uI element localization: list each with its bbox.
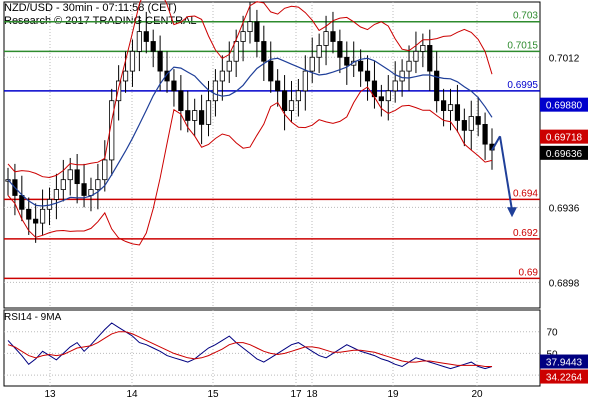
x-tick-label: 20	[471, 389, 483, 400]
nzdusd-chart: 131415171819200.70120.69360.68987050300.…	[3, 0, 588, 400]
rsi-y-tick-label: 70	[546, 328, 558, 339]
candle-body	[136, 31, 142, 52]
level-label: 0.69	[519, 267, 539, 278]
candle-body	[468, 116, 474, 131]
price-y-tick-label: 0.7012	[549, 53, 580, 64]
candle-body	[316, 45, 322, 58]
candle-body	[288, 100, 295, 111]
candle-body	[461, 120, 467, 131]
level-label: 0.6995	[507, 80, 538, 91]
candle-body	[427, 45, 433, 72]
candle-body	[150, 41, 156, 52]
candle-body	[219, 70, 225, 82]
candle-body	[171, 80, 177, 92]
candle-body	[378, 96, 384, 102]
candle-body	[254, 21, 260, 42]
x-tick-label: 18	[306, 389, 318, 400]
candle-body	[406, 60, 412, 72]
price-tag-label: 0.69880	[546, 101, 583, 112]
candle-body	[212, 80, 219, 102]
level-label: 0.703	[513, 11, 538, 22]
candle-body	[116, 80, 122, 102]
x-tick-label: 13	[44, 389, 56, 400]
candle-body	[330, 31, 336, 42]
candle-body	[295, 90, 302, 102]
price-tag-label: 0.69636	[546, 149, 583, 160]
candle-body	[399, 70, 405, 82]
candle-body	[454, 104, 461, 121]
level-label: 0.692	[513, 228, 538, 239]
candle-body	[281, 90, 288, 111]
price-y-tick-label: 0.6936	[549, 203, 580, 214]
candle-body	[192, 110, 198, 121]
candle-body	[67, 169, 73, 181]
candle-body	[302, 70, 308, 92]
rsi-panel-frame	[3, 309, 541, 387]
candle-body	[81, 183, 87, 196]
candle-body	[482, 124, 488, 145]
lower-band-line	[7, 86, 493, 246]
candle-body	[53, 189, 60, 200]
x-tick-label: 17	[290, 389, 302, 400]
price-panel-frame	[3, 1, 541, 309]
candle-body	[475, 116, 481, 125]
rsi-ma-line	[7, 331, 492, 367]
candle-body	[33, 218, 39, 224]
candle-body	[392, 80, 398, 92]
candle-body	[337, 41, 343, 58]
candle-body	[275, 80, 281, 92]
candle-body	[233, 41, 239, 62]
candle-body	[122, 70, 129, 82]
candle-body	[240, 31, 246, 42]
candle-body	[95, 179, 101, 190]
candle-body	[185, 110, 191, 121]
candle-body	[39, 208, 46, 224]
x-tick-label: 15	[207, 389, 219, 400]
candle-body	[344, 56, 350, 66]
x-tick-label: 19	[387, 389, 399, 400]
candle-body	[19, 195, 25, 210]
level-label: 0.7015	[507, 40, 538, 51]
candle-body	[60, 179, 66, 190]
candle-body	[440, 100, 447, 111]
level-label: 0.694	[513, 188, 538, 199]
candle-body	[178, 90, 184, 111]
candle-body	[364, 70, 371, 82]
rsi-value-tag-label: 37.9443	[546, 358, 583, 369]
candle-body	[413, 50, 419, 62]
x-tick-label: 14	[126, 389, 138, 400]
candle-body	[74, 169, 80, 185]
candle-body	[198, 110, 205, 125]
forecast-arrowhead	[507, 207, 517, 218]
candle-body	[226, 60, 232, 72]
candle-body	[261, 41, 267, 62]
candle-body	[247, 21, 253, 33]
candle-body	[385, 90, 391, 102]
price-y-tick-label: 0.6898	[549, 278, 580, 289]
candle-body	[143, 31, 149, 42]
candle-body	[447, 104, 454, 111]
candle-body	[420, 45, 426, 52]
candle-body	[358, 60, 364, 72]
candle-body	[268, 60, 274, 82]
candle-body	[26, 208, 32, 220]
rsi-value-tag-label: 34.2264	[546, 373, 583, 384]
moving-average-line	[7, 57, 493, 207]
candle-body	[323, 31, 329, 46]
candle-body	[309, 56, 315, 72]
candle-body	[205, 100, 212, 125]
candle-body	[102, 159, 108, 181]
candle-body	[434, 70, 440, 102]
forecast-arrow-lead	[491, 135, 501, 151]
candles-group	[5, 2, 495, 243]
candle-body	[129, 50, 136, 72]
price-tag-label: 0.69718	[546, 133, 583, 144]
candle-body	[157, 50, 163, 72]
